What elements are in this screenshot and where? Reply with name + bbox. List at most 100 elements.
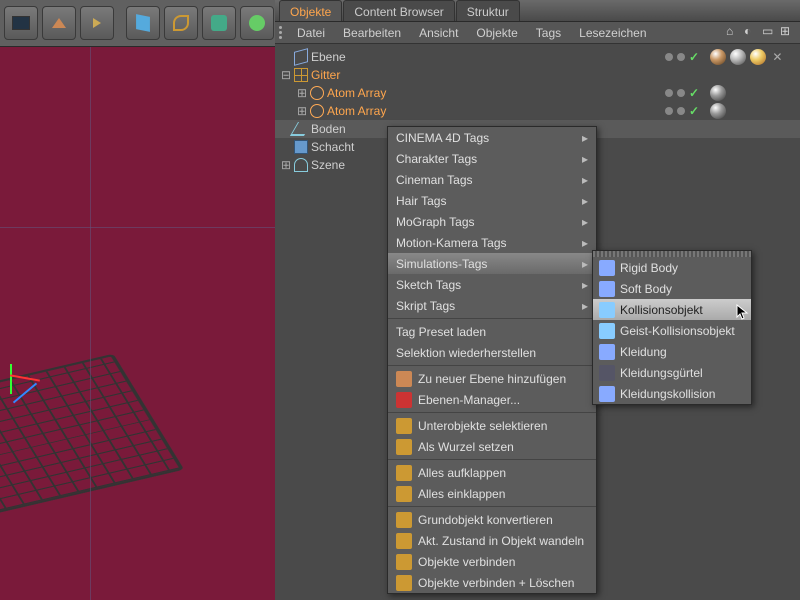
nurbs-tool[interactable] <box>202 6 236 40</box>
tag-icon <box>599 281 615 297</box>
menu-ansicht[interactable]: Ansicht <box>410 26 467 40</box>
submenu-item-label: Kleidung <box>620 345 667 359</box>
menu-item-ebenen-manager-[interactable]: Ebenen-Manager... <box>388 389 596 410</box>
object-icon <box>290 122 312 136</box>
submenu-item-label: Geist-Kollisionsobjekt <box>620 324 735 338</box>
submenu-item-kollisionsobjekt[interactable]: Kollisionsobjekt <box>593 299 751 320</box>
menu-item-label: Tag Preset laden <box>396 325 486 339</box>
separator <box>388 365 596 366</box>
menu-item-label: Selektion wiederherstellen <box>396 346 536 360</box>
menu-item-akt-zustand-in-objekt-wandeln[interactable]: Akt. Zustand in Objekt wandeln <box>388 530 596 551</box>
menu-item-label: Cineman Tags <box>396 173 473 187</box>
maximize-icon[interactable]: ⊞ <box>780 24 794 38</box>
tag-icon <box>599 323 615 339</box>
generator-tool[interactable] <box>240 6 274 40</box>
submenu-item-label: Soft Body <box>620 282 672 296</box>
menu-item-label: Motion-Kamera Tags <box>396 236 507 250</box>
menu-lesezeichen[interactable]: Lesezeichen <box>570 26 655 40</box>
tool-button[interactable] <box>80 6 114 40</box>
menu-icon <box>396 554 412 570</box>
submenu-item-kleidung[interactable]: Kleidung <box>593 341 751 362</box>
panel-grip[interactable] <box>279 26 282 39</box>
menu-item-skript-tags[interactable]: Skript Tags▸ <box>388 295 596 316</box>
submenu-item-geist-kollisionsobjekt[interactable]: Geist-Kollisionsobjekt <box>593 320 751 341</box>
menu-item-sketch-tags[interactable]: Sketch Tags ▸ <box>388 274 596 295</box>
object-icon <box>294 68 308 82</box>
submenu-arrow-icon: ▸ <box>582 236 588 250</box>
submenu-item-soft-body[interactable]: Soft Body <box>593 278 751 299</box>
expand-icon[interactable]: ⊞ <box>297 86 307 100</box>
menu-bearbeiten[interactable]: Bearbeiten <box>334 26 410 40</box>
tree-item-label: Szene <box>311 158 345 172</box>
menu-icon <box>396 486 412 502</box>
menu-datei[interactable]: Datei <box>288 26 334 40</box>
menu-item-alles-aufklappen[interactable]: Alles aufklappen <box>388 462 596 483</box>
axis-gizmo[interactable] <box>10 377 40 394</box>
menu-item-grundobjekt-konvertieren[interactable]: Grundobjekt konvertieren <box>388 509 596 530</box>
menu-item-zu-neuer-ebene-hinzuf-gen[interactable]: Zu neuer Ebene hinzufügen <box>388 368 596 389</box>
tag-icon <box>599 302 615 318</box>
submenu-item-kleidungsg-rtel[interactable]: Kleidungsgürtel <box>593 362 751 383</box>
submenu-arrow-icon: ▸ <box>582 152 588 166</box>
menu-item-label: Akt. Zustand in Objekt wandeln <box>418 534 584 548</box>
menu-item-cinema-d-tags[interactable]: CINEMA 4D Tags▸ <box>388 127 596 148</box>
tree-item-label: Gitter <box>311 68 340 82</box>
menu-item-motion-kamera-tags[interactable]: Motion-Kamera Tags ▸ <box>388 232 596 253</box>
menu-item-label: Hair Tags <box>396 194 446 208</box>
separator <box>388 412 596 413</box>
menu-icon <box>396 575 412 591</box>
submenu-item-label: Kleidungsgürtel <box>620 366 703 380</box>
panel-menubar: DateiBearbeitenAnsichtObjekteTagsLesezei… <box>275 22 800 44</box>
home-icon[interactable]: ⌂ <box>726 24 740 38</box>
expand-icon[interactable]: ⊞ <box>281 158 291 172</box>
menu-objekte[interactable]: Objekte <box>467 26 526 40</box>
tag-icon <box>599 386 615 402</box>
tag-icon <box>599 344 615 360</box>
expand-icon[interactable]: ⊞ <box>297 104 307 118</box>
menu-item-selektion-wiederherstellen[interactable]: Selektion wiederherstellen <box>388 342 596 363</box>
menu-item-label: Skript Tags <box>396 299 455 313</box>
submenu-arrow-icon: ▸ <box>582 215 588 229</box>
menu-item-mograph-tags[interactable]: MoGraph Tags▸ <box>388 211 596 232</box>
menu-item-alles-einklappen[interactable]: Alles einklappen <box>388 483 596 504</box>
tag-icon <box>599 260 615 276</box>
object-icon <box>294 48 308 66</box>
submenu-item-rigid-body[interactable]: Rigid Body <box>593 257 751 278</box>
menu-item-label: Grundobjekt konvertieren <box>418 513 553 527</box>
menu-item-hair-tags[interactable]: Hair Tags ▸ <box>388 190 596 211</box>
menu-item-simulations-tags[interactable]: Simulations-Tags▸ <box>388 253 596 274</box>
submenu-arrow-icon: ▸ <box>582 131 588 145</box>
tab-objekte[interactable]: Objekte <box>279 0 342 21</box>
submenu-arrow-icon: ▸ <box>582 278 588 292</box>
menu-item-objekte-verbinden-l-schen[interactable]: Objekte verbinden + Löschen <box>388 572 596 593</box>
menu-item-charakter-tags[interactable]: Charakter Tags▸ <box>388 148 596 169</box>
tool-button[interactable] <box>4 6 38 40</box>
menu-item-objekte-verbinden[interactable]: Objekte verbinden <box>388 551 596 572</box>
submenu-arrow-icon: ▸ <box>582 194 588 208</box>
menu-item-label: Sketch Tags <box>396 278 461 292</box>
expand-icon[interactable]: ⊟ <box>281 68 291 82</box>
tab-struktur[interactable]: Struktur <box>456 0 520 21</box>
menu-item-label: Zu neuer Ebene hinzufügen <box>418 372 566 386</box>
tool-button[interactable] <box>42 6 76 40</box>
menu-icon <box>396 512 412 528</box>
context-submenu: Rigid Body Soft Body Kollisionsobjekt Geist… <box>592 250 752 405</box>
menu-item-label: Alles einklappen <box>418 487 505 501</box>
object-icon <box>310 86 324 100</box>
menu-item-tag-preset-laden[interactable]: Tag Preset laden <box>388 321 596 342</box>
spline-tool[interactable] <box>164 6 198 40</box>
menu-item-als-wurzel-setzen[interactable]: Als Wurzel setzen <box>388 436 596 457</box>
lock-icon[interactable]: ▭ <box>762 24 776 38</box>
menu-icon <box>396 439 412 455</box>
menu-item-unterobjekte-selektieren[interactable]: Unterobjekte selektieren <box>388 415 596 436</box>
cube-tool[interactable] <box>126 6 160 40</box>
submenu-item-kleidungskollision[interactable]: Kleidungskollision <box>593 383 751 404</box>
submenu-arrow-icon: ▸ <box>582 173 588 187</box>
viewport-3d[interactable] <box>0 47 275 600</box>
tab-content-browser[interactable]: Content Browser <box>343 0 454 21</box>
eye-icon[interactable]: ◐ <box>744 24 758 38</box>
menu-icon <box>396 392 412 408</box>
menu-icon <box>396 371 412 387</box>
menu-tags[interactable]: Tags <box>527 26 570 40</box>
menu-item-cineman-tags[interactable]: Cineman Tags ▸ <box>388 169 596 190</box>
